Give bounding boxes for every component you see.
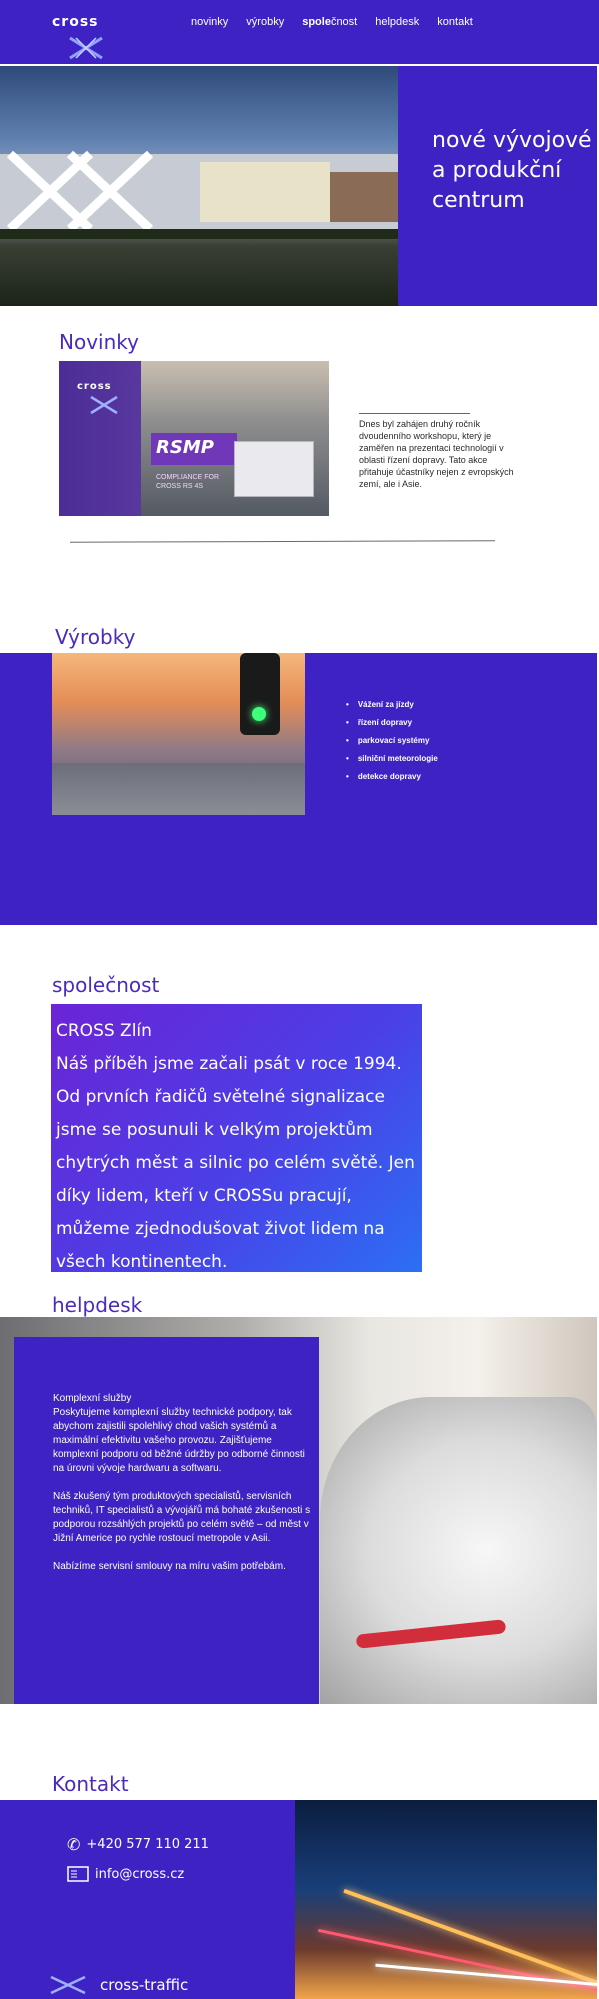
- hero-image: [0, 66, 398, 306]
- light-streak: [317, 1928, 597, 1995]
- footer-brand[interactable]: cross-traffic: [48, 1975, 188, 1995]
- product-item[interactable]: silniční meteorologie: [346, 750, 438, 768]
- product-item[interactable]: Vážení za jízdy: [346, 696, 438, 714]
- helpdesk-text: Komplexní služby Poskytujeme komplexní s…: [53, 1392, 315, 1588]
- kontakt-title: Kontakt: [52, 1772, 129, 1796]
- phone-number[interactable]: +420 577 110 211: [86, 1837, 209, 1852]
- nav-link-helpdesk[interactable]: helpdesk: [375, 16, 419, 28]
- helpdesk-paragraph: Nabízíme servisní smlouvy na míru vašim …: [53, 1561, 286, 1572]
- rsmp-caption: COMPLIANCE FOR CROSS RS 4S: [156, 474, 220, 490]
- product-item[interactable]: parkovací systémy: [346, 732, 438, 750]
- email-icon: [67, 1866, 89, 1882]
- rsmp-badge-text: RSMP: [156, 437, 214, 458]
- logo[interactable]: cross: [52, 14, 99, 30]
- news-text: Dnes byl zahájen druhý ročník dvoudenníh…: [359, 419, 514, 489]
- email-address[interactable]: info@cross.cz: [95, 1867, 184, 1882]
- top-nav: cross novinky výrobky společnost helpdes…: [0, 0, 599, 64]
- novinky-title: Novinky: [59, 330, 139, 354]
- device-photo: [234, 441, 314, 497]
- car-photo: [320, 1397, 597, 1704]
- nav-link-kontakt[interactable]: kontakt: [437, 16, 472, 28]
- nav-link-spolecnost-strong: spole: [302, 16, 331, 28]
- contact-email[interactable]: info@cross.cz: [67, 1866, 184, 1882]
- product-item[interactable]: řízení dopravy: [346, 714, 438, 732]
- nav-link-spolecnost[interactable]: společnost: [302, 16, 357, 28]
- news-divider: [69, 540, 496, 543]
- nav-links: novinky výrobky společnost helpdesk kont…: [191, 16, 473, 28]
- products-list: Vážení za jízdy řízení dopravy parkovací…: [346, 696, 438, 786]
- road-photo: [52, 763, 305, 815]
- nav-link-spolecnost-rest: čnost: [330, 16, 358, 28]
- products-image: [52, 653, 305, 815]
- contact-image: [295, 1800, 597, 1999]
- hero-title: nové vývojové a produkční centrum: [432, 128, 592, 213]
- news-logo-mark-icon: [90, 395, 118, 415]
- news-logo: cross: [77, 381, 112, 392]
- green-light-icon: [252, 707, 266, 721]
- traffic-light-icon: [240, 653, 280, 735]
- footer-brand-name: cross-traffic: [100, 1976, 189, 1994]
- news-image[interactable]: cross RSMP COMPLIANCE FOR CROSS RS 4S: [59, 361, 329, 516]
- product-item[interactable]: detekce dopravy: [346, 768, 438, 786]
- nav-link-vyrobky[interactable]: výrobky: [246, 16, 284, 28]
- phone-icon: ✆: [67, 1835, 81, 1854]
- news-rule: [359, 413, 470, 414]
- company-text: CROSS Zlín Náš příběh jsme začali psát v…: [56, 1021, 415, 1272]
- contact-phone[interactable]: ✆ +420 577 110 211: [67, 1835, 209, 1854]
- nav-link-novinky[interactable]: novinky: [191, 16, 228, 28]
- helpdesk-title: helpdesk: [52, 1293, 143, 1317]
- helpdesk-paragraph: Komplexní služby Poskytujeme komplexní s…: [53, 1393, 305, 1474]
- helpdesk-paragraph: Náš zkušený tým produktových specialistů…: [53, 1491, 311, 1544]
- brand-mark-icon: [50, 1975, 86, 1995]
- logo-mark-icon: [69, 36, 103, 60]
- spolecnost-title: společnost: [52, 973, 160, 997]
- vyrobky-title: Výrobky: [55, 625, 136, 649]
- building-illustration: [0, 150, 398, 239]
- contact-panel: [0, 1800, 295, 1999]
